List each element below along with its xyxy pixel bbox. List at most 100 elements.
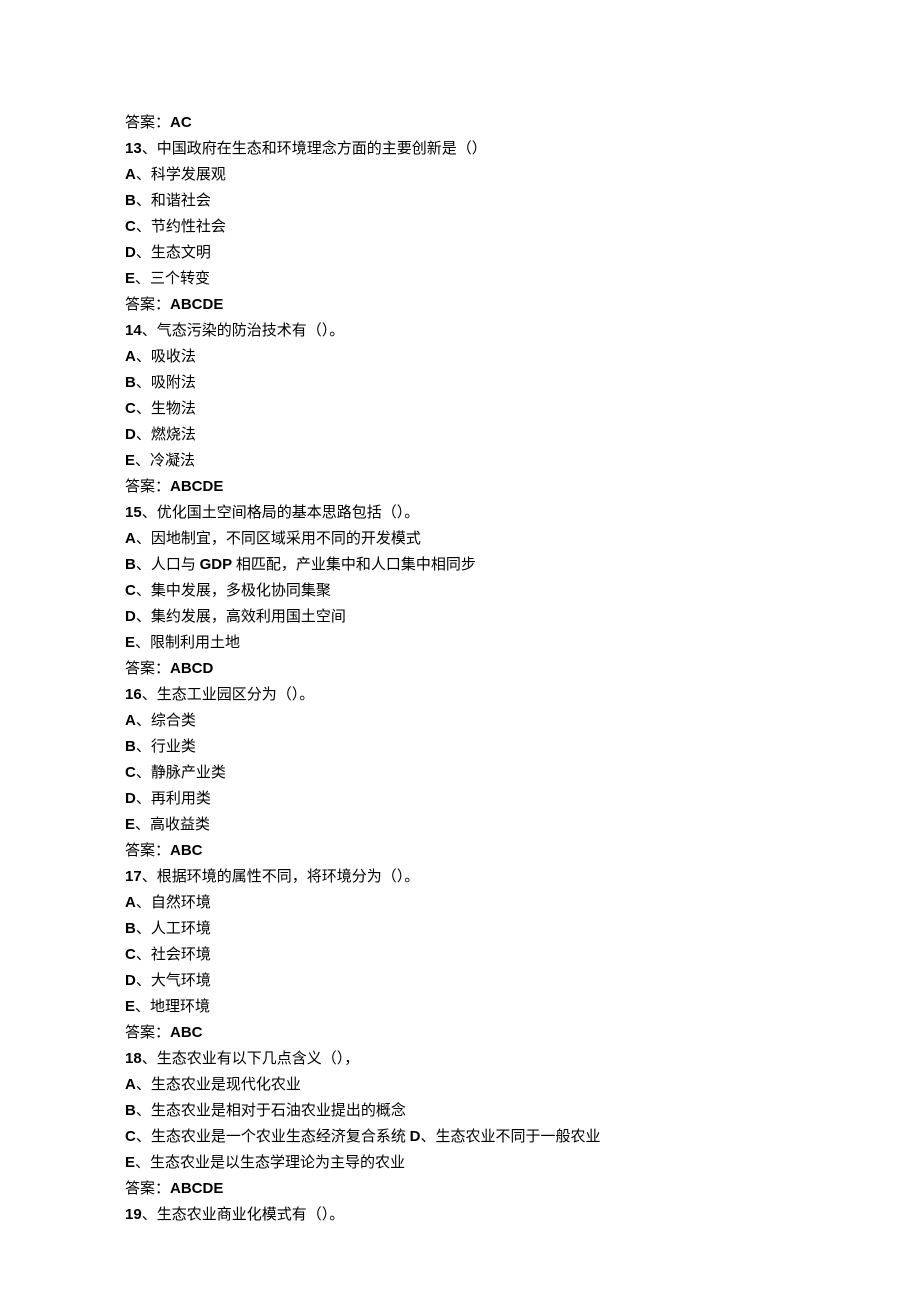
- question-text: 、生态农业商业化模式有（）。: [142, 1207, 345, 1223]
- option-letter: C: [125, 400, 136, 417]
- option-letter: C: [125, 582, 136, 599]
- answer-line: 答案：ABC: [125, 838, 795, 864]
- answer-label: 答案：: [125, 1025, 170, 1041]
- option-letter: A: [125, 166, 136, 183]
- option-text: 、自然环境: [136, 895, 211, 911]
- option-text: 、因地制宜，不同区域采用不同的开发模式: [136, 531, 421, 547]
- option: B、行业类: [125, 734, 795, 760]
- option: C、生态农业是一个农业生态经济复合系统 D、生态农业不同于一般农业: [125, 1124, 795, 1150]
- option-text: 、生态农业是相对于石油农业提出的概念: [136, 1103, 406, 1119]
- option: E、生态农业是以生态学理论为主导的农业: [125, 1150, 795, 1176]
- option-text: 、静脉产业类: [136, 765, 226, 781]
- option: B、吸附法: [125, 370, 795, 396]
- answer-value: ABC: [170, 842, 203, 859]
- answer-label: 答案：: [125, 843, 170, 859]
- option-text: 、节约性社会: [136, 219, 226, 235]
- option: E、地理环境: [125, 994, 795, 1020]
- option-letter: A: [125, 712, 136, 729]
- answer-line: 答案：ABCDE: [125, 292, 795, 318]
- option: E、三个转变: [125, 266, 795, 292]
- option-text: 、和谐社会: [136, 193, 211, 209]
- option-letter: B: [125, 920, 136, 937]
- option-text: 、吸附法: [136, 375, 196, 391]
- option-text: 、科学发展观: [136, 167, 226, 183]
- question-number: 17: [125, 868, 142, 885]
- option-letter: E: [125, 452, 135, 469]
- option: B、生态农业是相对于石油农业提出的概念: [125, 1098, 795, 1124]
- option: D、再利用类: [125, 786, 795, 812]
- answer-label: 答案：: [125, 115, 170, 131]
- option-text: 、生物法: [136, 401, 196, 417]
- option: C、生物法: [125, 396, 795, 422]
- option-letter: B: [125, 556, 136, 573]
- option-text: 、集中发展，多极化协同集聚: [136, 583, 331, 599]
- option-text: 、地理环境: [135, 999, 210, 1015]
- option-text: 、三个转变: [135, 271, 210, 287]
- option-letter: A: [125, 1076, 136, 1093]
- option-text-post: 、生态农业不同于一般农业: [420, 1129, 600, 1145]
- answer-value: ABCDE: [170, 1180, 223, 1197]
- option-letter: E: [125, 270, 135, 287]
- option-letter: D: [125, 244, 136, 261]
- option-text: 、冷凝法: [135, 453, 195, 469]
- option-letter: C: [125, 764, 136, 781]
- answer-value: ABCDE: [170, 296, 223, 313]
- option-text: 、人工环境: [136, 921, 211, 937]
- question-stem: 17、根据环境的属性不同，将环境分为（）。: [125, 864, 795, 890]
- option-letter: A: [125, 530, 136, 547]
- option-text: 、大气环境: [136, 973, 211, 989]
- option-letter: A: [125, 348, 136, 365]
- question-number: 13: [125, 140, 142, 157]
- option: A、综合类: [125, 708, 795, 734]
- option-letter: D: [125, 608, 136, 625]
- option-text-post: 相匹配，产业集中和人口集中相同步: [232, 557, 476, 573]
- question-stem: 19、生态农业商业化模式有（）。: [125, 1202, 795, 1228]
- option-letter: E: [125, 816, 135, 833]
- document-page: 答案：AC 13、中国政府在生态和环境理念方面的主要创新是（） A、科学发展观 …: [0, 0, 920, 1288]
- answer-value: ABCD: [170, 660, 213, 677]
- option: A、吸收法: [125, 344, 795, 370]
- option-text: 、集约发展，高效利用国土空间: [136, 609, 346, 625]
- option-letter: C: [125, 946, 136, 963]
- option: D、大气环境: [125, 968, 795, 994]
- option: B、和谐社会: [125, 188, 795, 214]
- question-stem: 13、中国政府在生态和环境理念方面的主要创新是（）: [125, 136, 795, 162]
- question-stem: 14、气态污染的防治技术有（）。: [125, 318, 795, 344]
- option: C、节约性社会: [125, 214, 795, 240]
- answer-line: 答案：AC: [125, 110, 795, 136]
- question-number: 14: [125, 322, 142, 339]
- answer-label: 答案：: [125, 297, 170, 313]
- answer-label: 答案：: [125, 479, 170, 495]
- answer-line: 答案：ABCDE: [125, 474, 795, 500]
- option-text: 、综合类: [136, 713, 196, 729]
- answer-label: 答案：: [125, 661, 170, 677]
- question-text: 、生态工业园区分为（）。: [142, 687, 315, 703]
- question-stem: 15、优化国土空间格局的基本思路包括（）。: [125, 500, 795, 526]
- question-number: 19: [125, 1206, 142, 1223]
- option-letter: B: [125, 192, 136, 209]
- question-stem: 16、生态工业园区分为（）。: [125, 682, 795, 708]
- answer-value: ABCDE: [170, 478, 223, 495]
- option-text: 、社会环境: [136, 947, 211, 963]
- answer-line: 答案：ABCDE: [125, 1176, 795, 1202]
- option-letter: C: [125, 1128, 136, 1145]
- question-text: 、根据环境的属性不同，将环境分为（）。: [142, 869, 420, 885]
- option-letter: E: [125, 634, 135, 651]
- option-letter: A: [125, 894, 136, 911]
- option-text: 、生态农业是现代化农业: [136, 1077, 301, 1093]
- question-stem: 18、生态农业有以下几点含义（），: [125, 1046, 795, 1072]
- question-text: 、优化国土空间格局的基本思路包括（）。: [142, 505, 420, 521]
- option: E、限制利用土地: [125, 630, 795, 656]
- option-letter: D: [125, 426, 136, 443]
- option-letter: E: [125, 1154, 135, 1171]
- question-number: 16: [125, 686, 142, 703]
- answer-value: AC: [170, 114, 192, 131]
- option-text: 、吸收法: [136, 349, 196, 365]
- answer-line: 答案：ABC: [125, 1020, 795, 1046]
- question-text: 、中国政府在生态和环境理念方面的主要创新是（）: [142, 141, 487, 157]
- option-text-pre: 、人口与: [136, 557, 200, 573]
- option-letter: D: [125, 790, 136, 807]
- option-text-pre: 、生态农业是一个农业生态经济复合系统: [136, 1129, 410, 1145]
- option-letter: E: [125, 998, 135, 1015]
- option: C、静脉产业类: [125, 760, 795, 786]
